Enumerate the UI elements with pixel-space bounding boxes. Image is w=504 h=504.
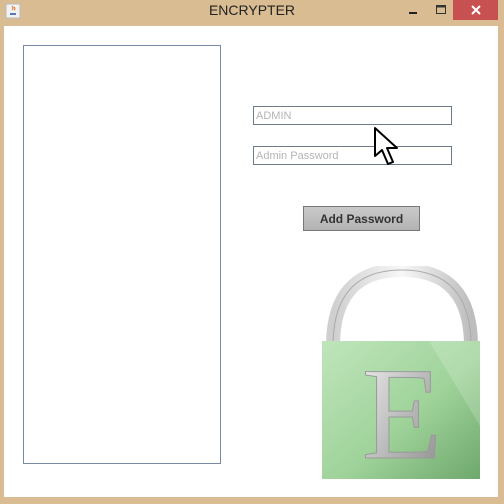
app-window: ENCRYPTER Add Password — [0, 0, 504, 504]
minimize-icon — [409, 12, 417, 14]
title-bar[interactable]: ENCRYPTER — [0, 0, 504, 22]
admin-password-field[interactable] — [253, 146, 452, 165]
maximize-icon — [436, 5, 446, 14]
password-list-area[interactable] — [23, 45, 221, 464]
logo-letter: E — [362, 340, 443, 482]
close-button[interactable] — [453, 0, 498, 20]
arrow-cursor-icon — [374, 127, 398, 165]
padlock-icon: E — [322, 266, 480, 482]
maximize-button[interactable] — [428, 0, 454, 20]
close-icon — [470, 5, 481, 15]
content-panel: Add Password — [4, 26, 498, 497]
add-password-button[interactable]: Add Password — [303, 206, 420, 231]
minimize-button[interactable] — [400, 0, 426, 20]
admin-username-field[interactable] — [253, 106, 452, 125]
